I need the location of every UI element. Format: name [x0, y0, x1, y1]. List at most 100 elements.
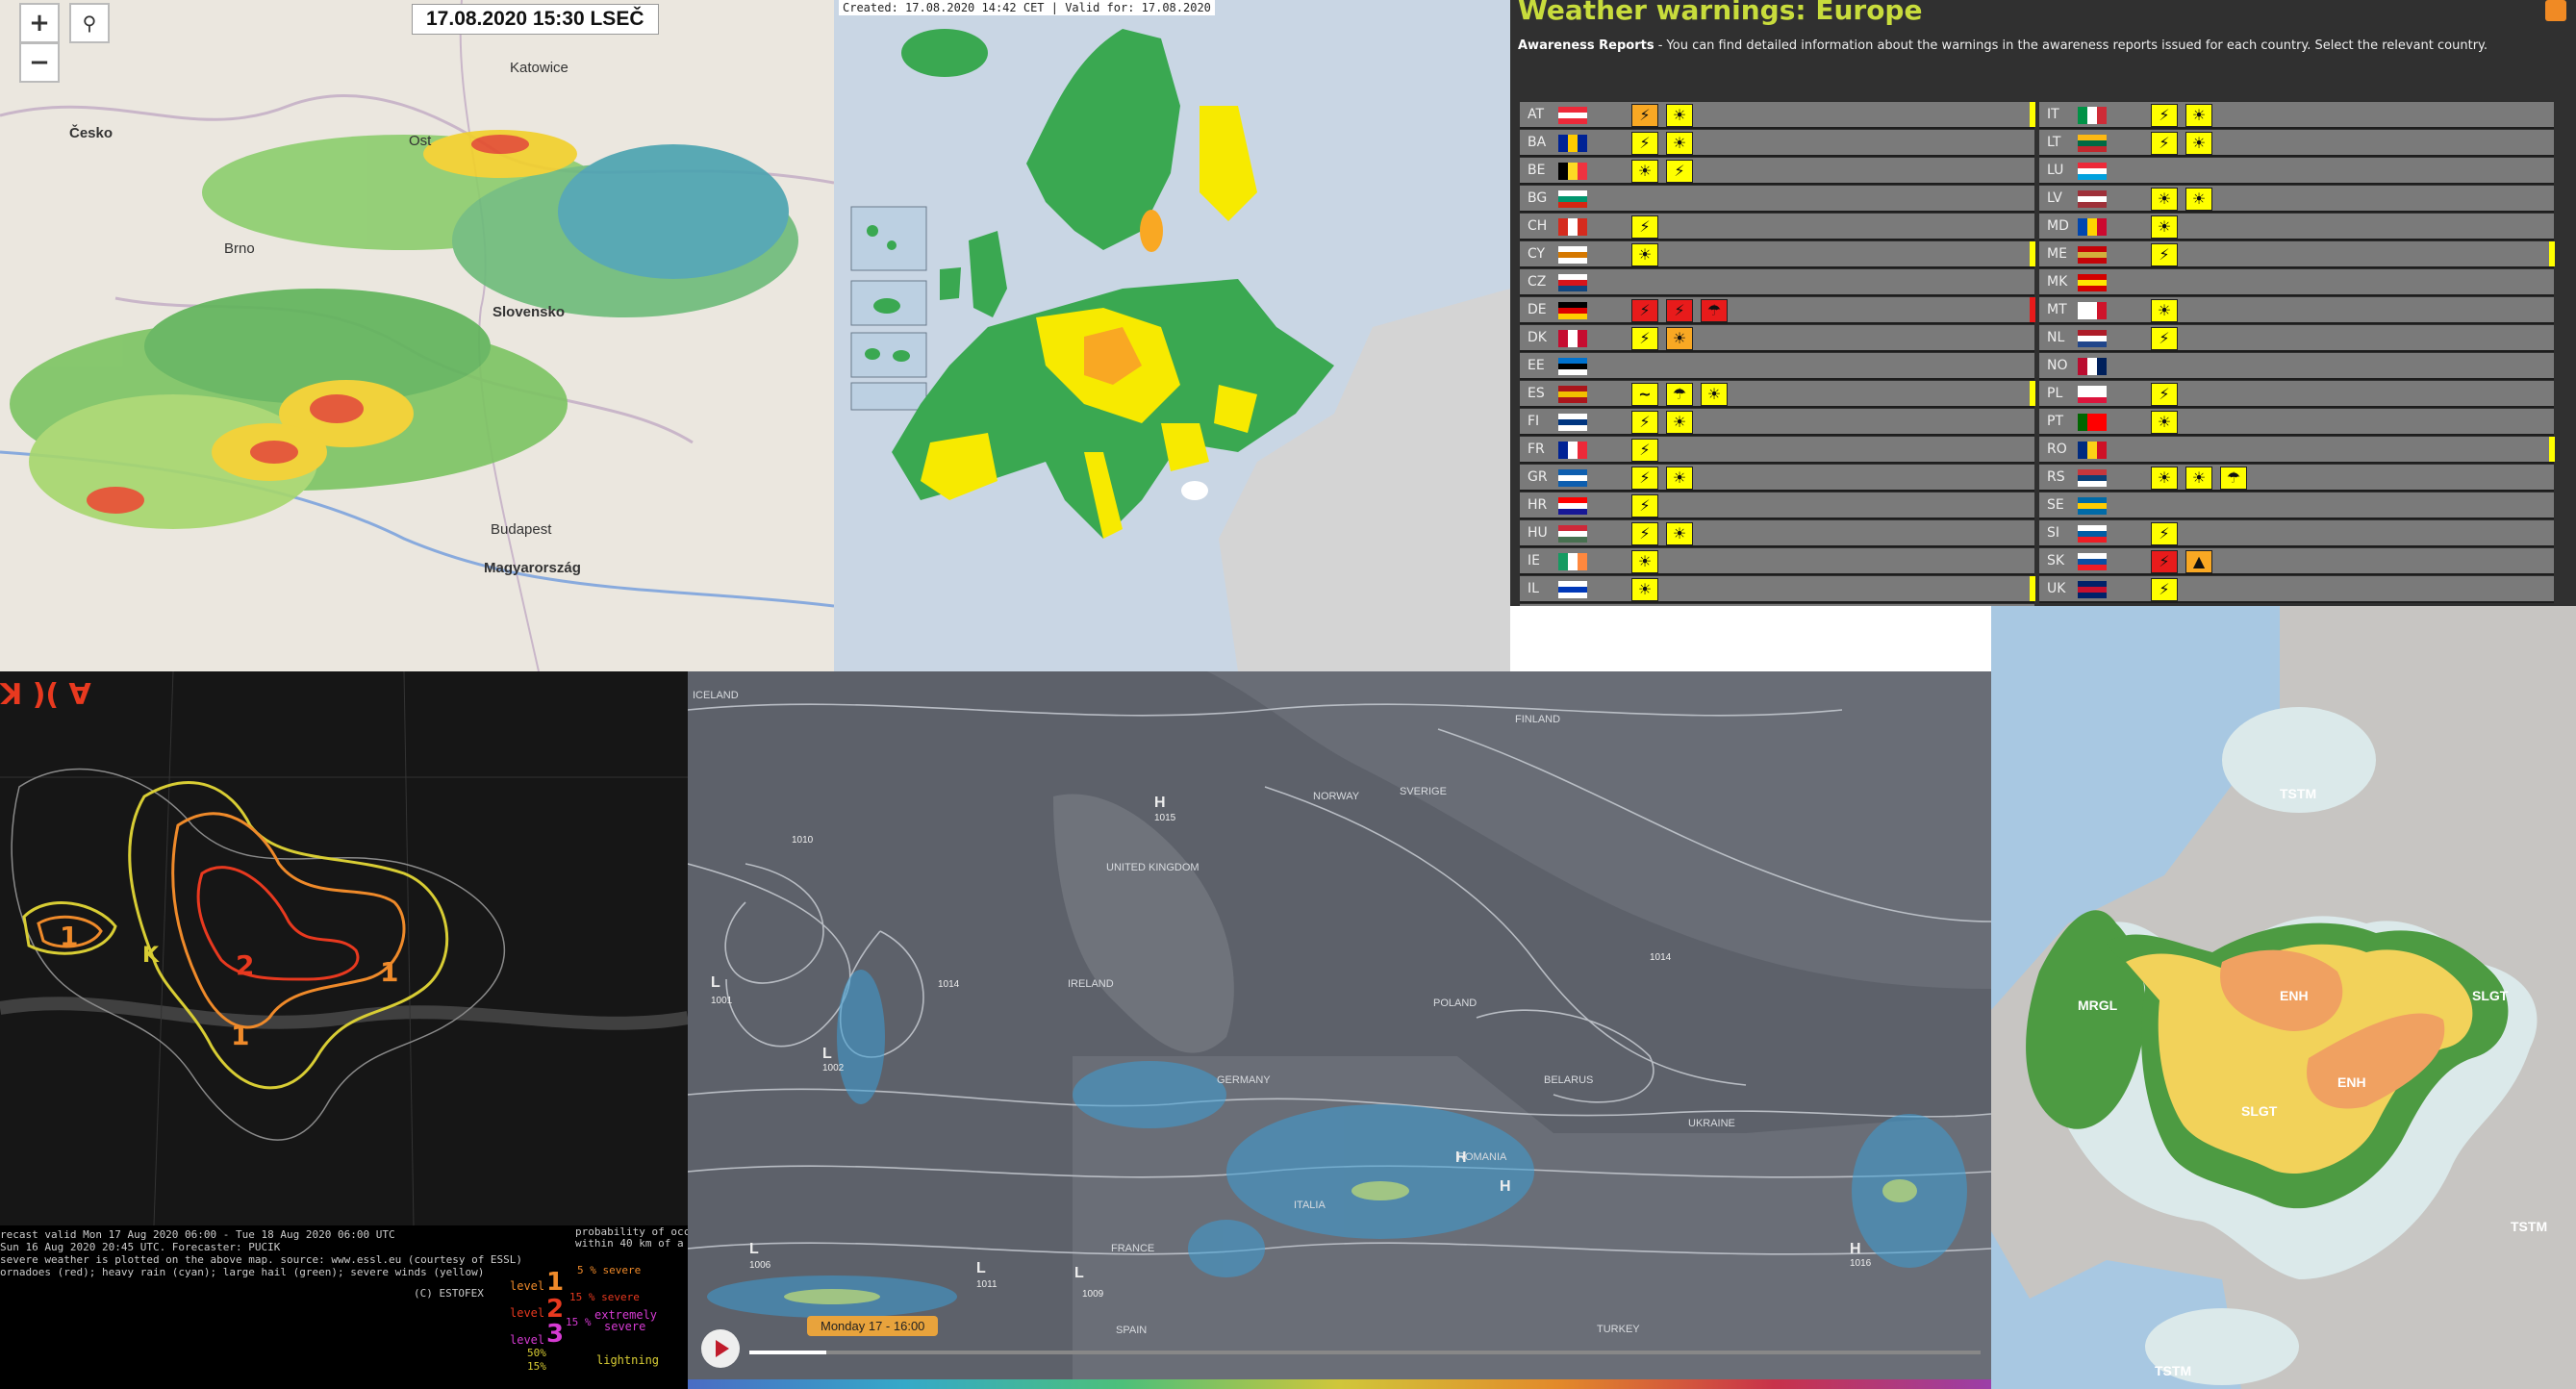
country-row-dk[interactable]: DK ⚡ ☀ [1520, 325, 2034, 352]
warning-icon[interactable]: ☀ [2185, 132, 2212, 155]
warning-icon[interactable]: ☀ [1666, 411, 1693, 434]
warning-icon[interactable]: ⚡ [2151, 327, 2178, 350]
warning-icon[interactable]: ⚡ [1631, 411, 1658, 434]
warning-icon[interactable]: ☂ [1666, 383, 1693, 406]
country-row-is[interactable]: IS [1520, 604, 2034, 606]
country-row-es[interactable]: ES ~ ☂ ☀ [1520, 381, 2035, 408]
country-row-it[interactable]: IT ⚡ ☀ [2039, 102, 2554, 129]
warning-icon[interactable]: ⚡ [2151, 578, 2178, 601]
awareness-reports-link[interactable]: Awareness Reports [1518, 38, 1654, 53]
warning-icon[interactable]: ☂ [1701, 299, 1728, 322]
warning-icon[interactable]: ⚡ [1631, 494, 1658, 518]
warning-icon[interactable]: ⚡ [1631, 299, 1658, 322]
country-row-ro[interactable]: RO [2039, 437, 2555, 464]
row-background [2039, 214, 2554, 239]
warning-icon[interactable]: ⚡ [1631, 215, 1658, 239]
country-row-mk[interactable]: MK [2039, 269, 2554, 296]
warning-icon[interactable]: ⚡ [2151, 132, 2178, 155]
country-row-mt[interactable]: MT ☀ [2039, 297, 2554, 324]
country-row-se[interactable]: SE [2039, 492, 2554, 519]
warning-icon[interactable]: ☀ [1666, 132, 1693, 155]
warning-icon[interactable]: ⚡ [1631, 132, 1658, 155]
country-row-be[interactable]: BE ☀ ⚡ [1520, 158, 2034, 185]
warning-icon[interactable]: ☀ [2185, 467, 2212, 490]
warning-icon[interactable]: ☀ [1631, 160, 1658, 183]
country-row-cy[interactable]: CY ☀ [1520, 241, 2035, 268]
country-row-de[interactable]: DE ⚡ ⚡ ☂ [1520, 297, 2035, 324]
country-row-nl[interactable]: NL ⚡ [2039, 325, 2554, 352]
country-row-si[interactable]: SI ⚡ [2039, 520, 2554, 547]
warning-icon[interactable]: ⚡ [2151, 104, 2178, 127]
country-row-ch[interactable]: CH ⚡ [1520, 214, 2034, 240]
warning-icon[interactable]: ☀ [1666, 522, 1693, 545]
warning-icon[interactable]: ⚡ [2151, 550, 2178, 573]
warning-icon[interactable]: ~ [1631, 383, 1658, 406]
country-row-ee[interactable]: EE [1520, 353, 2034, 380]
warning-icon[interactable]: ☀ [1631, 578, 1658, 601]
country-row-md[interactable]: MD ☀ [2039, 214, 2554, 240]
warning-icon[interactable]: ⚡ [1631, 522, 1658, 545]
country-row-fi[interactable]: FI ⚡ ☀ [1520, 409, 2034, 436]
warning-icon[interactable]: ☀ [2185, 188, 2212, 211]
warning-icon[interactable]: ☀ [2151, 411, 2178, 434]
windy-map[interactable]: ICELAND NORWAY SVERIGE FINLAND UNITED KINGDO… [688, 671, 1991, 1389]
warning-icon[interactable]: ▲ [2185, 550, 2212, 573]
warning-icon[interactable]: ☂ [2220, 467, 2247, 490]
warning-icon[interactable]: ☀ [1631, 550, 1658, 573]
country-row-hu[interactable]: HU ⚡ ☀ [1520, 520, 2034, 547]
warning-icon[interactable]: ☀ [2151, 215, 2178, 239]
country-code: BA [1528, 135, 1547, 150]
country-row-lu[interactable]: LU [2039, 158, 2554, 185]
country-row-lt[interactable]: LT ⚡ ☀ [2039, 130, 2554, 157]
country-row-fr[interactable]: FR ⚡ [1520, 437, 2034, 464]
country-row-cz[interactable]: CZ [1520, 269, 2034, 296]
warning-icon[interactable]: ⚡ [2151, 522, 2178, 545]
warning-icon[interactable]: ⚡ [1631, 439, 1658, 462]
warning-icon[interactable]: ☀ [1666, 104, 1693, 127]
country-row-gr[interactable]: GR ⚡ ☀ [1520, 465, 2034, 492]
warning-icon[interactable]: ⚡ [2151, 243, 2178, 266]
warning-icon[interactable]: ⚡ [1631, 467, 1658, 490]
rss-icon[interactable] [2545, 0, 2566, 21]
warning-icon[interactable]: ☀ [1701, 383, 1728, 406]
warning-icon[interactable]: ☀ [1631, 243, 1658, 266]
warning-icon[interactable]: ☀ [1666, 467, 1693, 490]
zoom-in-button[interactable]: + [19, 3, 60, 43]
warning-icon[interactable]: ☀ [1666, 327, 1693, 350]
warning-icon[interactable]: ☀ [2151, 467, 2178, 490]
country-row-lv[interactable]: LV ☀ ☀ [2039, 186, 2554, 213]
warning-icon[interactable]: ⚡ [1631, 104, 1658, 127]
country-row-at[interactable]: AT ⚡ ☀ [1520, 102, 2035, 129]
row-background [1520, 297, 2034, 322]
warning-icon[interactable]: ⚡ [2151, 383, 2178, 406]
timeline-slider[interactable] [749, 1351, 1981, 1354]
estofex-legend: recast valid Mon 17 Aug 2020 06:00 - Tue… [0, 1225, 688, 1389]
country-row-pt[interactable]: PT ☀ [2039, 409, 2554, 436]
country-row-me[interactable]: ME ⚡ [2039, 241, 2555, 268]
country-row-no[interactable]: NO [2039, 353, 2554, 380]
estofex-map[interactable]: 1 2 1 1 K ꓘ )( ∀ [0, 671, 688, 1226]
radar-map[interactable] [0, 0, 834, 671]
warning-icon[interactable]: ⚡ [1666, 299, 1693, 322]
country-row-hr[interactable]: HR ⚡ [1520, 492, 2034, 519]
warning-icon[interactable]: ☀ [2151, 299, 2178, 322]
warning-icon[interactable]: ☀ [2151, 188, 2178, 211]
zoom-out-button[interactable]: − [19, 42, 60, 83]
country-row-pl[interactable]: PL ⚡ [2039, 381, 2554, 408]
warning-icon[interactable]: ⚡ [1666, 160, 1693, 183]
issue-info: Sun 16 Aug 2020 20:45 UTC. Forecaster: P… [0, 1241, 281, 1253]
country-row-sk[interactable]: SK ⚡ ▲ [2039, 548, 2554, 575]
country-row-uk[interactable]: UK ⚡ [2039, 576, 2554, 603]
warnings-map[interactable] [834, 0, 1510, 671]
warning-icon[interactable]: ⚡ [1631, 327, 1658, 350]
warning-icon[interactable]: ☀ [2185, 104, 2212, 127]
country-row-ie[interactable]: IE ☀ [1520, 548, 2034, 575]
country-flag [1558, 469, 1587, 487]
search-button[interactable]: ⚲ [69, 3, 110, 43]
country-row-il[interactable]: IL ☀ [1520, 576, 2035, 603]
country-row-ba[interactable]: BA ⚡ ☀ [1520, 130, 2034, 157]
essl-map[interactable]: TSTM MRGL ENH SLGT SLGT ENH TSTM TSTM [1991, 606, 2576, 1389]
country-row-bg[interactable]: BG [1520, 186, 2034, 213]
play-button[interactable] [701, 1329, 740, 1368]
country-row-rs[interactable]: RS ☀ ☀ ☂ [2039, 465, 2554, 492]
